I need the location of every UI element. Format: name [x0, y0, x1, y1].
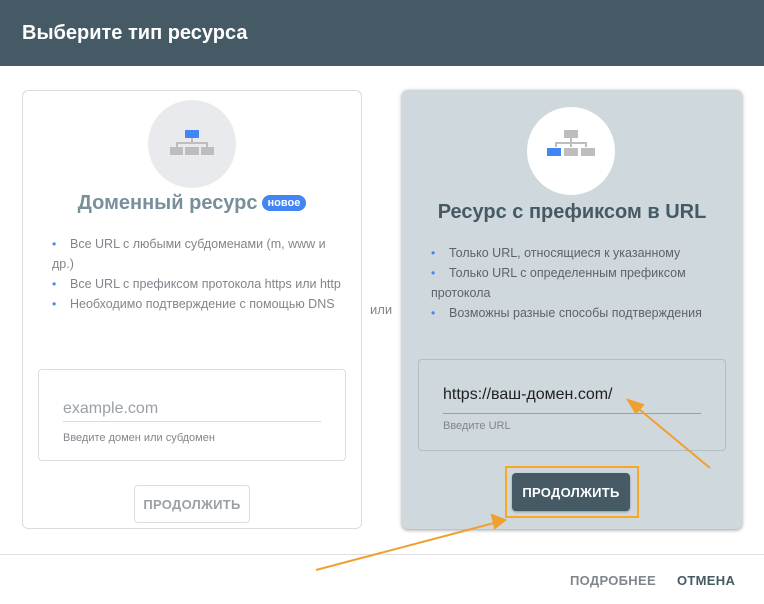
- annotation-arrows: [315, 398, 711, 571]
- arrow-icon: [315, 398, 711, 571]
